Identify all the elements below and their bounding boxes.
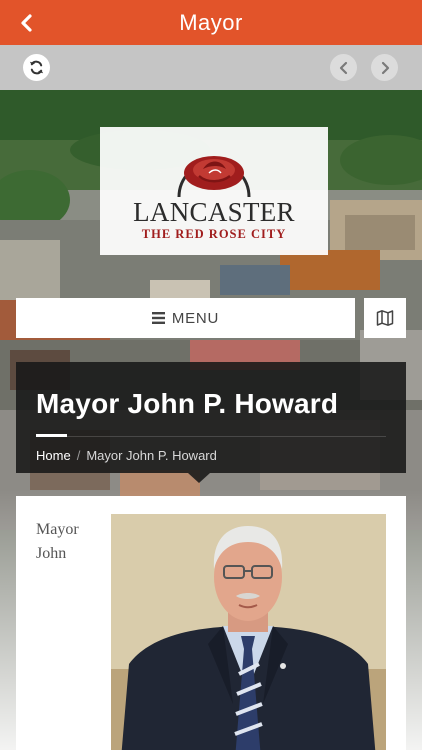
city-logo[interactable]: LANCASTER THE RED ROSE CITY: [100, 127, 328, 255]
page-title-panel: Mayor John P. Howard Home / Mayor John P. …: [16, 362, 406, 473]
app-header: Mayor: [0, 0, 422, 45]
map-button[interactable]: [364, 298, 406, 338]
webpage-content[interactable]: LANCASTER THE RED ROSE CITY MENU Mayor J…: [0, 90, 422, 750]
browser-toolbar: [0, 45, 422, 90]
header-title: Mayor: [179, 10, 243, 35]
page-title: Mayor John P. Howard: [36, 388, 339, 419]
content-card: Mayor John: [16, 496, 406, 750]
panel-pointer: [188, 473, 210, 483]
mayor-text-line: Mayor: [36, 521, 79, 538]
title-divider: [36, 436, 386, 437]
breadcrumb-separator: /: [76, 448, 81, 463]
refresh-button[interactable]: [23, 54, 50, 81]
breadcrumb-current: Mayor John P. Howard: [86, 448, 217, 463]
chevron-left-icon: [339, 61, 347, 74]
menu-label: MENU: [171, 309, 220, 327]
next-page-button[interactable]: [371, 54, 398, 81]
previous-page-button[interactable]: [330, 54, 357, 81]
breadcrumb-home-link[interactable]: Home: [36, 448, 71, 463]
portrait-photo: [111, 514, 386, 750]
map-icon: [376, 310, 394, 326]
title-underline: [36, 434, 67, 437]
logo-tagline: THE RED ROSE CITY: [141, 227, 287, 241]
mayor-text-line: John: [36, 545, 67, 562]
mayor-text: Mayor John: [36, 518, 106, 566]
hamburger-icon: [151, 312, 165, 324]
mayor-portrait-photo: [111, 514, 386, 750]
menu-button[interactable]: MENU: [16, 298, 355, 338]
logo-name: LANCASTER: [133, 197, 295, 227]
red-rose-icon: [177, 156, 251, 198]
refresh-icon: [29, 60, 44, 75]
breadcrumb: Home / Mayor John P. Howard: [36, 448, 217, 463]
chevron-right-icon: [381, 61, 389, 74]
